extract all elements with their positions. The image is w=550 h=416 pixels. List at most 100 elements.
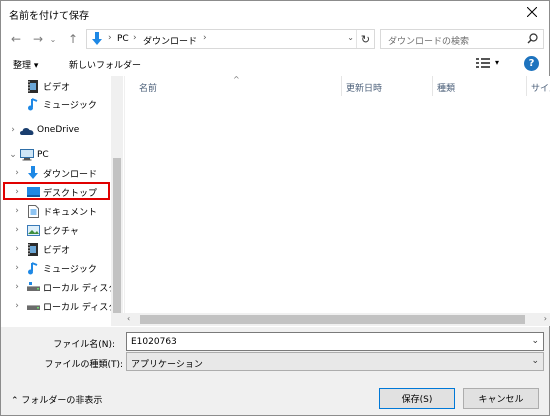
forward-button[interactable]: →: [29, 30, 47, 48]
expand-chevron[interactable]: ›: [13, 206, 21, 216]
view-options-icon: [476, 58, 490, 68]
chevron-down-icon: ⌄: [531, 356, 539, 366]
hide-folders-toggle[interactable]: ⌃ フォルダーの非表示: [11, 393, 102, 406]
music-icon: [26, 97, 40, 111]
expand-chevron[interactable]: ›: [13, 168, 21, 178]
tree-item-downloads[interactable]: › ダウンロード: [1, 164, 110, 182]
download-icon: [26, 166, 40, 180]
tree-item-videos[interactable]: › ビデオ: [1, 240, 110, 258]
picture-icon: [26, 223, 40, 237]
organize-menu[interactable]: 整理 ▾: [13, 58, 38, 71]
video-icon: [26, 79, 40, 93]
address-history-dropdown[interactable]: ⌄: [347, 33, 354, 42]
tree-item-documents[interactable]: › ドキュメント: [1, 202, 110, 220]
refresh-icon: ↻: [360, 32, 371, 46]
scrollbar-thumb[interactable]: [140, 315, 525, 324]
document-icon: [26, 204, 40, 218]
tree-item-pc[interactable]: ⌄ PC: [1, 146, 110, 164]
search-box[interactable]: ダウンロードの検索: [380, 29, 544, 49]
navigation-pane-scrollbar[interactable]: [111, 76, 123, 326]
address-bar[interactable]: › PC › ダウンロード › ⌄ ↻: [86, 29, 375, 49]
tree-item-label: ミュージック: [43, 100, 97, 111]
breadcrumb-downloads[interactable]: ダウンロード: [143, 34, 197, 47]
tree-item-label: PC: [37, 150, 49, 160]
filename-label: ファイル名(N):: [53, 340, 115, 350]
tree-item-videos-quick[interactable]: ビデオ: [1, 77, 110, 95]
chevron-down-icon[interactable]: ⌄: [531, 336, 539, 346]
column-header-modified[interactable]: 更新日時: [342, 76, 433, 96]
download-icon: [92, 32, 102, 45]
save-as-dialog: 名前を付けて保存 ← → ⌄ ↑ › PC › ダウンロード › ⌄ ↻ ダウン…: [0, 0, 550, 416]
refresh-button[interactable]: ↻: [356, 30, 374, 48]
close-icon: [527, 7, 537, 17]
expand-chevron[interactable]: ›: [13, 263, 21, 273]
tree-item-label: ミュージック: [43, 264, 97, 275]
tree-item-pictures[interactable]: › ピクチャ: [1, 221, 110, 239]
scroll-left-icon[interactable]: ‹: [127, 314, 130, 323]
column-header-size[interactable]: サイズ: [527, 76, 550, 96]
highlight-box: [3, 182, 110, 200]
breadcrumb-separator: ›: [203, 33, 207, 43]
filename-input[interactable]: E1020763 ⌄: [126, 332, 544, 351]
tree-item-label: ドキュメント: [43, 207, 98, 218]
save-button[interactable]: 保存(S): [379, 388, 455, 409]
search-placeholder: ダウンロードの検索: [388, 37, 470, 47]
forward-arrow-icon: →: [32, 32, 44, 46]
chevron-up-icon: ⌃: [11, 396, 19, 406]
breadcrumb-separator: ›: [108, 33, 112, 43]
sort-ascending-icon: ^: [233, 75, 240, 84]
search-icon: [527, 33, 538, 44]
tree-item-local-disk-c[interactable]: › ローカル ディスク (C: [1, 278, 123, 296]
tree-item-label: ビデオ: [43, 82, 71, 93]
expand-chevron[interactable]: ›: [13, 225, 21, 235]
command-toolbar: 整理 ▾ 新しいフォルダー ▾ ?: [1, 53, 549, 75]
back-arrow-icon: ←: [10, 32, 22, 46]
expand-chevron[interactable]: ›: [13, 244, 21, 254]
file-list[interactable]: ^ 名前 更新日時 種類 サイズ: [124, 75, 550, 313]
tree-item-music-quick[interactable]: ミュージック: [1, 95, 110, 113]
title-bar: 名前を付けて保存: [1, 1, 549, 25]
breadcrumb-pc[interactable]: PC: [117, 34, 129, 44]
tree-item-music[interactable]: › ミュージック: [1, 259, 110, 277]
window-title: 名前を付けて保存: [9, 11, 89, 22]
cancel-button[interactable]: キャンセル: [463, 388, 539, 409]
filetype-select[interactable]: アプリケーション ⌄: [126, 352, 544, 371]
video-icon: [26, 242, 40, 256]
collapse-chevron[interactable]: ⌄: [9, 150, 17, 160]
help-icon[interactable]: ?: [524, 56, 539, 71]
save-form: ファイル名(N): E1020763 ⌄ ファイルの種類(T): アプリケーショ…: [1, 327, 549, 415]
navigation-bar: ← → ⌄ ↑ › PC › ダウンロード › ⌄ ↻ ダウンロードの検索: [1, 26, 549, 52]
view-options-dropdown[interactable]: ▾: [495, 58, 499, 67]
tree-item-label: ピクチャ: [43, 226, 79, 237]
up-button[interactable]: ↑: [64, 30, 82, 48]
expand-chevron[interactable]: ›: [9, 125, 17, 135]
tree-item-label: ダウンロード: [43, 169, 98, 180]
filename-value: E1020763: [131, 337, 177, 347]
close-button[interactable]: [515, 1, 549, 23]
breadcrumb-separator: ›: [133, 33, 137, 43]
scrollbar-thumb[interactable]: [113, 158, 121, 326]
column-header-type[interactable]: 種類: [433, 76, 527, 96]
tree-item-label: ビデオ: [43, 245, 71, 256]
expand-chevron[interactable]: ›: [13, 282, 21, 292]
column-header-name[interactable]: ^ 名前: [125, 75, 342, 96]
tree-item-label: OneDrive: [37, 125, 80, 135]
recent-locations-button[interactable]: ⌄: [47, 30, 59, 48]
scrollbar-corner: [111, 313, 124, 326]
filetype-label: ファイルの種類(T):: [44, 360, 123, 370]
navigation-pane: ビデオ ミュージック › OneDrive ⌄ PC › ダウンロード › デス…: [1, 76, 123, 326]
onedrive-icon: [20, 123, 34, 137]
drive-icon: [26, 280, 40, 294]
file-list-horizontal-scrollbar[interactable]: ‹ ›: [124, 313, 550, 326]
new-folder-button[interactable]: 新しいフォルダー: [69, 58, 141, 71]
tree-item-local-disk-d[interactable]: › ローカル ディスク (D: [1, 297, 123, 315]
tree-item-onedrive[interactable]: › OneDrive: [1, 121, 110, 139]
pc-icon: [20, 148, 34, 162]
back-button[interactable]: ←: [7, 30, 25, 48]
scroll-right-icon[interactable]: ›: [544, 314, 547, 323]
expand-chevron[interactable]: ›: [13, 301, 21, 311]
up-arrow-icon: ↑: [67, 32, 79, 46]
filetype-value: アプリケーション: [131, 360, 203, 370]
music-icon: [26, 261, 40, 275]
chevron-down-icon: ⌄: [49, 34, 57, 44]
